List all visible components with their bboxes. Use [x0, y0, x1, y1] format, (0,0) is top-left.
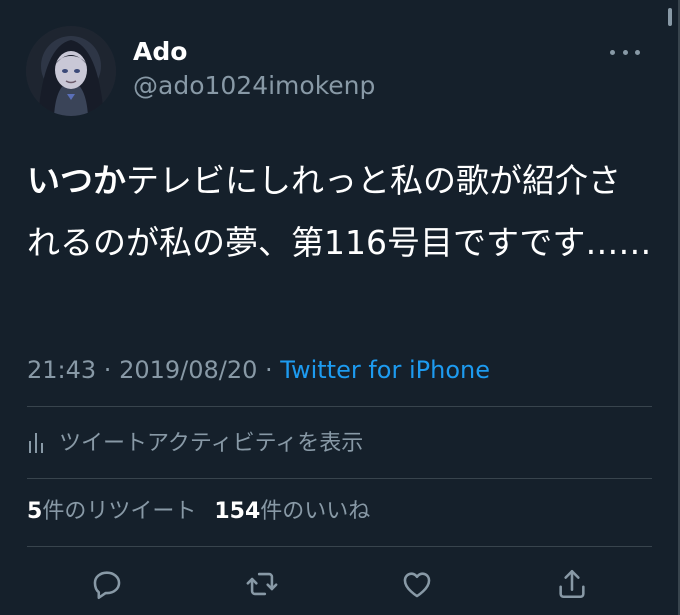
tweet-text-bold: いつか — [27, 161, 126, 200]
scrollbar-thumb[interactable] — [668, 8, 672, 26]
tweet-source-link[interactable]: Twitter for iPhone — [280, 356, 490, 384]
divider — [27, 406, 652, 407]
avatar[interactable] — [26, 26, 116, 116]
divider — [27, 478, 652, 479]
tweet-text: いつかテレビにしれっと私の歌が紹介されるのが私の夢、第116号目ですです…… — [27, 150, 652, 274]
meta-separator: · — [96, 356, 120, 384]
like-icon[interactable] — [399, 566, 435, 602]
likes-stat[interactable]: 154件のいいね — [214, 499, 370, 524]
view-activity-label: ツイートアクティビティを表示 — [59, 431, 364, 456]
display-name[interactable]: Ado — [133, 36, 187, 68]
dot — [622, 49, 628, 55]
user-handle[interactable]: @ado1024imokenp — [133, 70, 375, 102]
retweets-count: 5 — [27, 499, 43, 524]
bar-chart-icon — [27, 429, 47, 453]
reply-icon[interactable] — [89, 566, 125, 602]
tweet-date[interactable]: 2019/08/20 — [119, 356, 257, 384]
retweets-label: 件のリツイート — [42, 499, 197, 524]
retweet-icon[interactable] — [244, 566, 280, 602]
meta-separator: · — [257, 356, 281, 384]
more-options-icon[interactable] — [610, 42, 640, 62]
likes-label: 件のいいね — [260, 499, 371, 524]
dot — [610, 49, 615, 55]
tweet-time[interactable]: 21:43 — [27, 356, 96, 384]
share-icon[interactable] — [554, 566, 590, 602]
likes-count: 154 — [214, 499, 261, 524]
tweet-stats: 5件のリツイート 154件のいいね — [27, 496, 370, 528]
view-activity-button[interactable]: ツイートアクティビティを表示 — [27, 424, 363, 458]
tweet-actions — [27, 566, 652, 602]
divider — [27, 546, 652, 547]
tweet-meta: 21:43 · 2019/08/20 · Twitter for iPhone — [27, 354, 490, 386]
retweets-stat[interactable]: 5件のリツイート — [27, 499, 196, 524]
dot — [635, 49, 640, 55]
